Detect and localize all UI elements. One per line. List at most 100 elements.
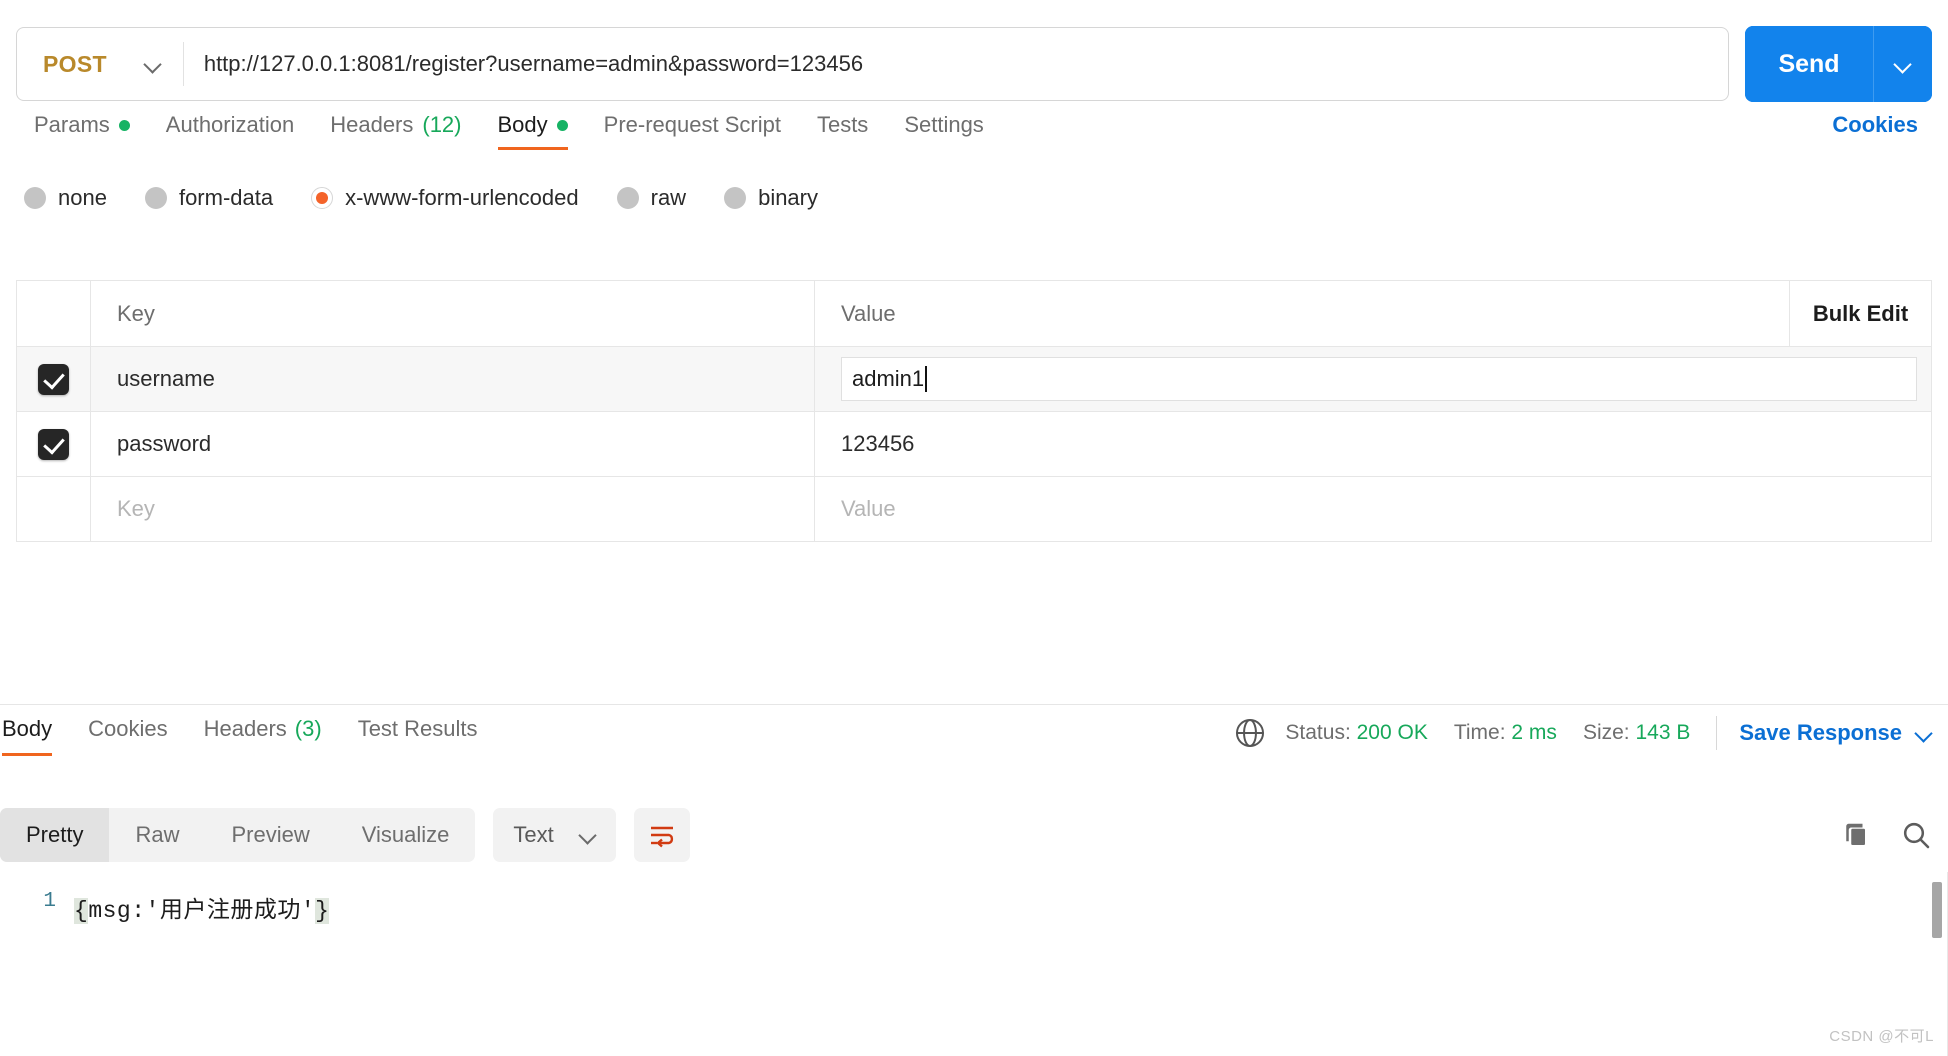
row-value-cell[interactable]: 123456: [815, 412, 1931, 476]
row-value-cell[interactable]: admin1: [815, 347, 1931, 411]
response-meta: Status: 200 OK Time: 2 ms Size: 143 B Sa…: [1233, 716, 1948, 750]
row-checkbox-cell: [17, 477, 91, 541]
modified-dot-icon: [118, 119, 130, 131]
status-value: 200 OK: [1356, 721, 1428, 744]
tab-authorization[interactable]: Authorization: [148, 112, 312, 150]
response-tab-body[interactable]: Body: [0, 716, 70, 756]
body-type-form-data[interactable]: form-data: [144, 185, 274, 211]
word-wrap-toggle[interactable]: [633, 808, 690, 862]
row-key-cell[interactable]: Key: [91, 477, 815, 541]
size-label: Size:: [1582, 721, 1630, 744]
radio-icon: [144, 187, 167, 209]
save-response-button[interactable]: Save Response: [1739, 720, 1932, 746]
search-button[interactable]: [1900, 819, 1932, 851]
tab-params[interactable]: Params: [16, 112, 148, 150]
body-type-urlencoded[interactable]: x-www-form-urlencoded: [311, 185, 579, 211]
postman-request-screen: POST Send Params Authorization Headers (…: [0, 0, 1948, 1056]
tab-label: Authorization: [165, 112, 295, 137]
response-format-select[interactable]: Text: [493, 808, 616, 862]
request-tab-bar: Params Authorization Headers (12) Body P…: [0, 112, 1948, 164]
response-pane-divider: [0, 704, 1948, 705]
send-button[interactable]: Send: [1745, 26, 1873, 102]
row-key-text: username: [117, 366, 215, 391]
view-mode-pretty[interactable]: Pretty: [0, 808, 110, 862]
chevron-down-icon: [145, 56, 161, 72]
column-header-value: Value: [841, 300, 896, 326]
body-type-binary[interactable]: binary: [724, 185, 818, 211]
table-row-empty: Key Value: [17, 477, 1931, 542]
response-tab-cookies[interactable]: Cookies: [70, 716, 185, 756]
tab-label: Headers: [330, 112, 414, 137]
word-wrap-icon: [650, 826, 673, 848]
response-json-content: msg:'用户注册成功': [88, 898, 316, 924]
view-mode-visualize[interactable]: Visualize: [336, 808, 476, 862]
row-value-cell[interactable]: Value: [815, 477, 1931, 541]
url-bar: POST Send: [0, 0, 1948, 128]
send-button-group: Send: [1745, 26, 1932, 102]
row-key-cell[interactable]: password: [91, 412, 815, 476]
view-mode-raw[interactable]: Raw: [109, 808, 205, 862]
bulk-edit-button[interactable]: Bulk Edit: [1789, 281, 1931, 346]
row-key-placeholder: Key: [117, 496, 155, 521]
response-tab-bar: Body Cookies Headers (3) Test Results St…: [0, 716, 1948, 778]
tab-label: Body: [2, 716, 53, 741]
tab-tests[interactable]: Tests: [799, 112, 886, 150]
watermark: CSDN @不可L: [1829, 1028, 1934, 1045]
send-options-button[interactable]: [1874, 26, 1932, 102]
body-type-radio-group: none form-data x-www-form-urlencoded raw…: [0, 175, 1948, 221]
row-checkbox-cell: [17, 347, 91, 411]
response-tab-headers[interactable]: Headers (3): [186, 716, 340, 756]
chevron-down-icon: [580, 827, 596, 843]
response-tab-test-results[interactable]: Test Results: [340, 716, 496, 756]
http-method-label: POST: [43, 50, 107, 77]
tab-pre-request-script[interactable]: Pre-request Script: [586, 112, 799, 150]
text-cursor: [925, 366, 928, 392]
view-mode-preview[interactable]: Preview: [205, 808, 335, 862]
cookies-link[interactable]: Cookies: [1832, 112, 1932, 138]
row-value-input-active[interactable]: admin1: [841, 357, 1917, 401]
row-checkbox-checked[interactable]: [38, 428, 69, 460]
http-method-select[interactable]: POST: [17, 28, 183, 100]
radio-icon: [724, 187, 747, 209]
tab-label: Test Results: [357, 716, 478, 741]
response-scrollbar[interactable]: [1932, 882, 1942, 938]
column-header-key: Key: [117, 300, 155, 326]
tab-count: (3): [294, 716, 322, 741]
tab-label: Pre-request Script: [603, 112, 781, 137]
tab-headers[interactable]: Headers (12): [312, 112, 479, 150]
body-params-table: Key Value Bulk Edit username admin1 pass…: [16, 280, 1932, 542]
table-row: username admin1: [17, 347, 1931, 412]
body-type-none[interactable]: none: [24, 185, 107, 211]
body-type-raw[interactable]: raw: [616, 185, 686, 211]
request-url-input[interactable]: [183, 28, 1728, 100]
open-brace: {: [74, 898, 89, 924]
table-header-row: Key Value Bulk Edit: [17, 281, 1931, 347]
status-meta: Status: 200 OK: [1285, 721, 1427, 745]
row-checkbox-checked[interactable]: [38, 363, 69, 395]
radio-selected-icon: [311, 187, 334, 209]
radio-label: x-www-form-urlencoded: [345, 185, 579, 210]
globe-icon: [1236, 718, 1265, 748]
line-number: 1: [43, 890, 56, 913]
tab-label: Body: [497, 112, 548, 137]
radio-label: binary: [758, 185, 818, 210]
response-body-viewer[interactable]: 1 {msg:'用户注册成功'}: [0, 880, 1948, 1056]
radio-icon: [616, 187, 639, 209]
response-view-mode-group: Pretty Raw Preview Visualize: [0, 808, 476, 862]
radio-label: form-data: [178, 185, 274, 210]
search-icon: [1903, 822, 1930, 849]
response-format-label: Text: [513, 822, 554, 847]
time-meta: Time: 2 ms: [1454, 721, 1557, 745]
row-key-cell[interactable]: username: [91, 347, 815, 411]
row-key-text: password: [117, 431, 212, 456]
size-meta: Size: 143 B: [1583, 721, 1690, 745]
tab-count: (12): [422, 112, 462, 137]
tab-label: Cookies: [88, 716, 168, 741]
time-value: 2 ms: [1511, 721, 1557, 744]
response-view-toolbar: Pretty Raw Preview Visualize Text: [0, 798, 1948, 872]
tab-body[interactable]: Body: [480, 112, 586, 150]
copy-button[interactable]: [1840, 820, 1870, 850]
status-label: Status:: [1285, 721, 1351, 744]
tab-settings[interactable]: Settings: [886, 112, 1002, 150]
chevron-down-icon: [1895, 56, 1911, 72]
